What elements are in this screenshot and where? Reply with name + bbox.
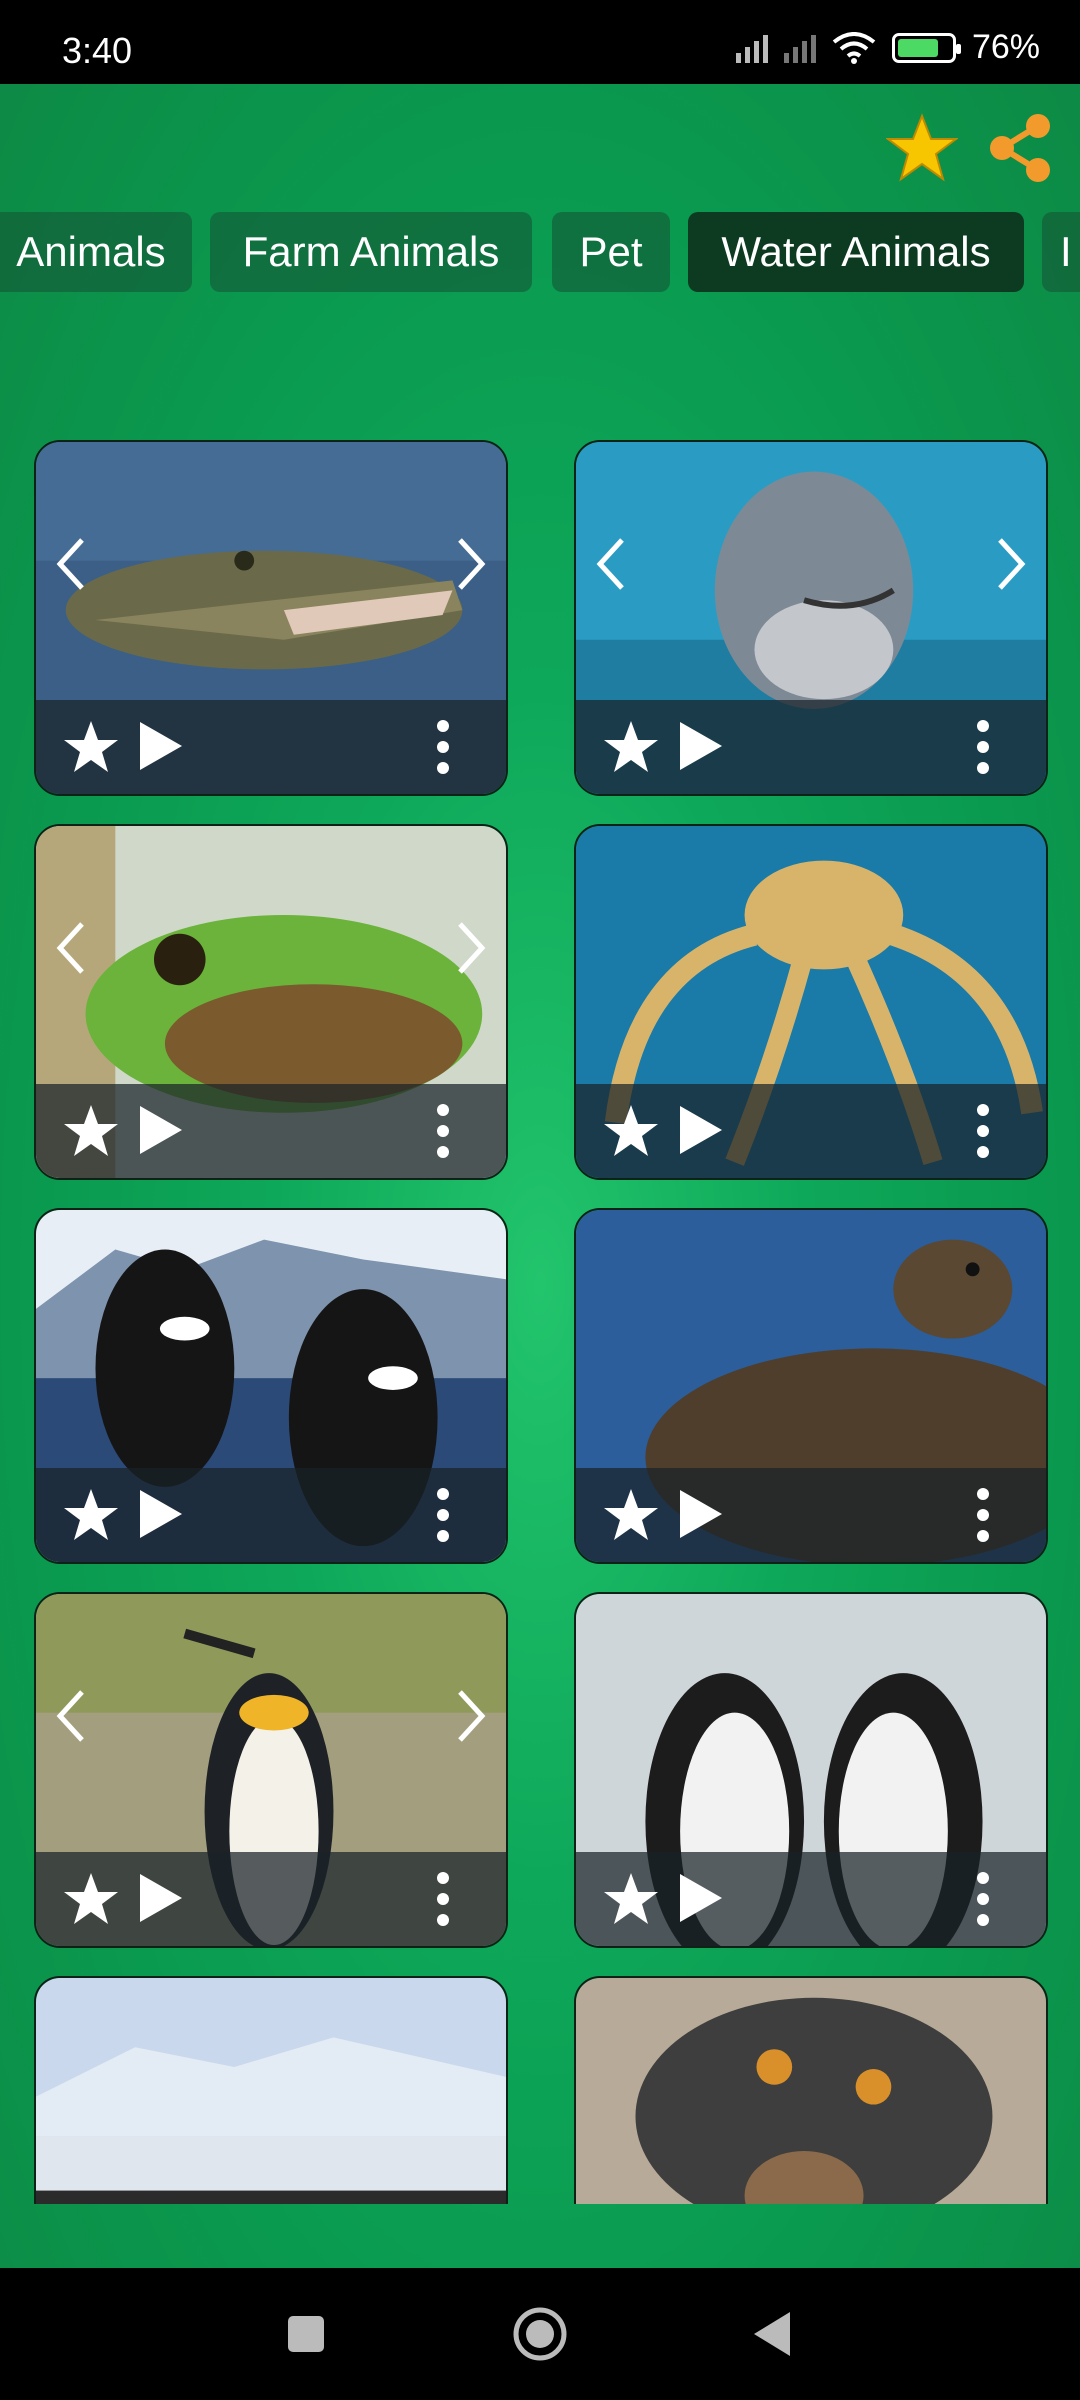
animal-card-penguin-pair[interactable] (574, 1592, 1048, 1948)
signal-icon-2 (783, 33, 816, 63)
signal-icon (735, 33, 768, 63)
chevron-right-icon[interactable] (454, 534, 488, 594)
card-action-bar (36, 700, 506, 794)
more-vert-icon[interactable] (436, 1870, 450, 1928)
card-action-bar (36, 1852, 506, 1946)
status-time: 3:40 (62, 30, 133, 71)
more-vert-icon[interactable] (976, 1870, 990, 1928)
star-icon[interactable] (602, 718, 660, 776)
tab-next[interactable]: I (1042, 212, 1080, 292)
more-vert-icon[interactable] (436, 718, 450, 776)
chevron-left-icon[interactable] (594, 534, 628, 594)
chevron-left-icon[interactable] (54, 1686, 88, 1746)
more-vert-icon[interactable] (436, 1102, 450, 1160)
star-icon[interactable] (602, 1102, 660, 1160)
battery-fill (897, 38, 938, 57)
animal-grid (0, 354, 1080, 2204)
more-vert-icon[interactable] (436, 1486, 450, 1544)
animal-card-king-penguin[interactable] (34, 1592, 508, 1948)
share-icon[interactable] (984, 112, 1056, 184)
tab-pet[interactable]: Pet (552, 212, 670, 292)
animal-card-tortoise[interactable] (574, 1976, 1048, 2204)
star-icon[interactable] (602, 1870, 660, 1928)
battery-percent: 76% (971, 28, 1040, 66)
play-icon[interactable] (676, 718, 726, 774)
animal-card-otter[interactable] (574, 1208, 1048, 1564)
favorites-star-icon[interactable] (886, 112, 958, 184)
animal-card-alligator[interactable] (34, 440, 508, 796)
home-circle-icon[interactable] (510, 2304, 570, 2364)
back-triangle-icon[interactable] (750, 2304, 794, 2364)
chevron-left-icon[interactable] (54, 534, 88, 594)
tab-water-animals[interactable]: Water Animals (688, 212, 1024, 292)
more-vert-icon[interactable] (976, 1486, 990, 1544)
chevron-left-icon[interactable] (54, 918, 88, 978)
card-action-bar (576, 1468, 1046, 1562)
chevron-right-icon[interactable] (454, 918, 488, 978)
penguin-colony-image (36, 1978, 506, 2204)
star-icon[interactable] (62, 1486, 120, 1544)
animal-card-orcas[interactable] (34, 1208, 508, 1564)
play-icon[interactable] (136, 1870, 186, 1926)
play-icon[interactable] (676, 1102, 726, 1158)
play-icon[interactable] (676, 1870, 726, 1926)
tab-farm-animals[interactable]: Farm Animals (210, 212, 532, 292)
system-nav-bar (0, 2268, 1080, 2400)
card-action-bar (36, 1084, 506, 1178)
recents-square-icon[interactable] (284, 2304, 328, 2364)
more-vert-icon[interactable] (976, 718, 990, 776)
star-icon[interactable] (62, 1102, 120, 1160)
app-content: Animals Farm Animals Pet Water Animals I (0, 84, 1080, 2268)
chevron-right-icon[interactable] (994, 534, 1028, 594)
animal-card-octopus[interactable] (574, 824, 1048, 1180)
battery-icon (891, 32, 961, 63)
play-icon[interactable] (676, 1486, 726, 1542)
play-icon[interactable] (136, 1486, 186, 1542)
more-vert-icon[interactable] (976, 1102, 990, 1160)
card-action-bar (576, 1852, 1046, 1946)
animal-card-dolphin[interactable] (574, 440, 1048, 796)
category-tabs: Animals Farm Animals Pet Water Animals I (0, 212, 1080, 294)
tab-animals[interactable]: Animals (0, 212, 192, 292)
tortoise-image (576, 1978, 1046, 2204)
card-action-bar (36, 1468, 506, 1562)
card-action-bar (576, 700, 1046, 794)
status-bar: 3:40 76% (0, 0, 1080, 84)
animal-card-penguin-colony[interactable] (34, 1976, 508, 2204)
wifi-icon (832, 31, 876, 64)
star-icon[interactable] (62, 718, 120, 776)
play-icon[interactable] (136, 1102, 186, 1158)
chevron-right-icon[interactable] (454, 1686, 488, 1746)
star-icon[interactable] (602, 1486, 660, 1544)
animal-card-frog[interactable] (34, 824, 508, 1180)
play-icon[interactable] (136, 718, 186, 774)
status-icons: 76% (735, 28, 1040, 67)
card-action-bar (576, 1084, 1046, 1178)
star-icon[interactable] (62, 1870, 120, 1928)
